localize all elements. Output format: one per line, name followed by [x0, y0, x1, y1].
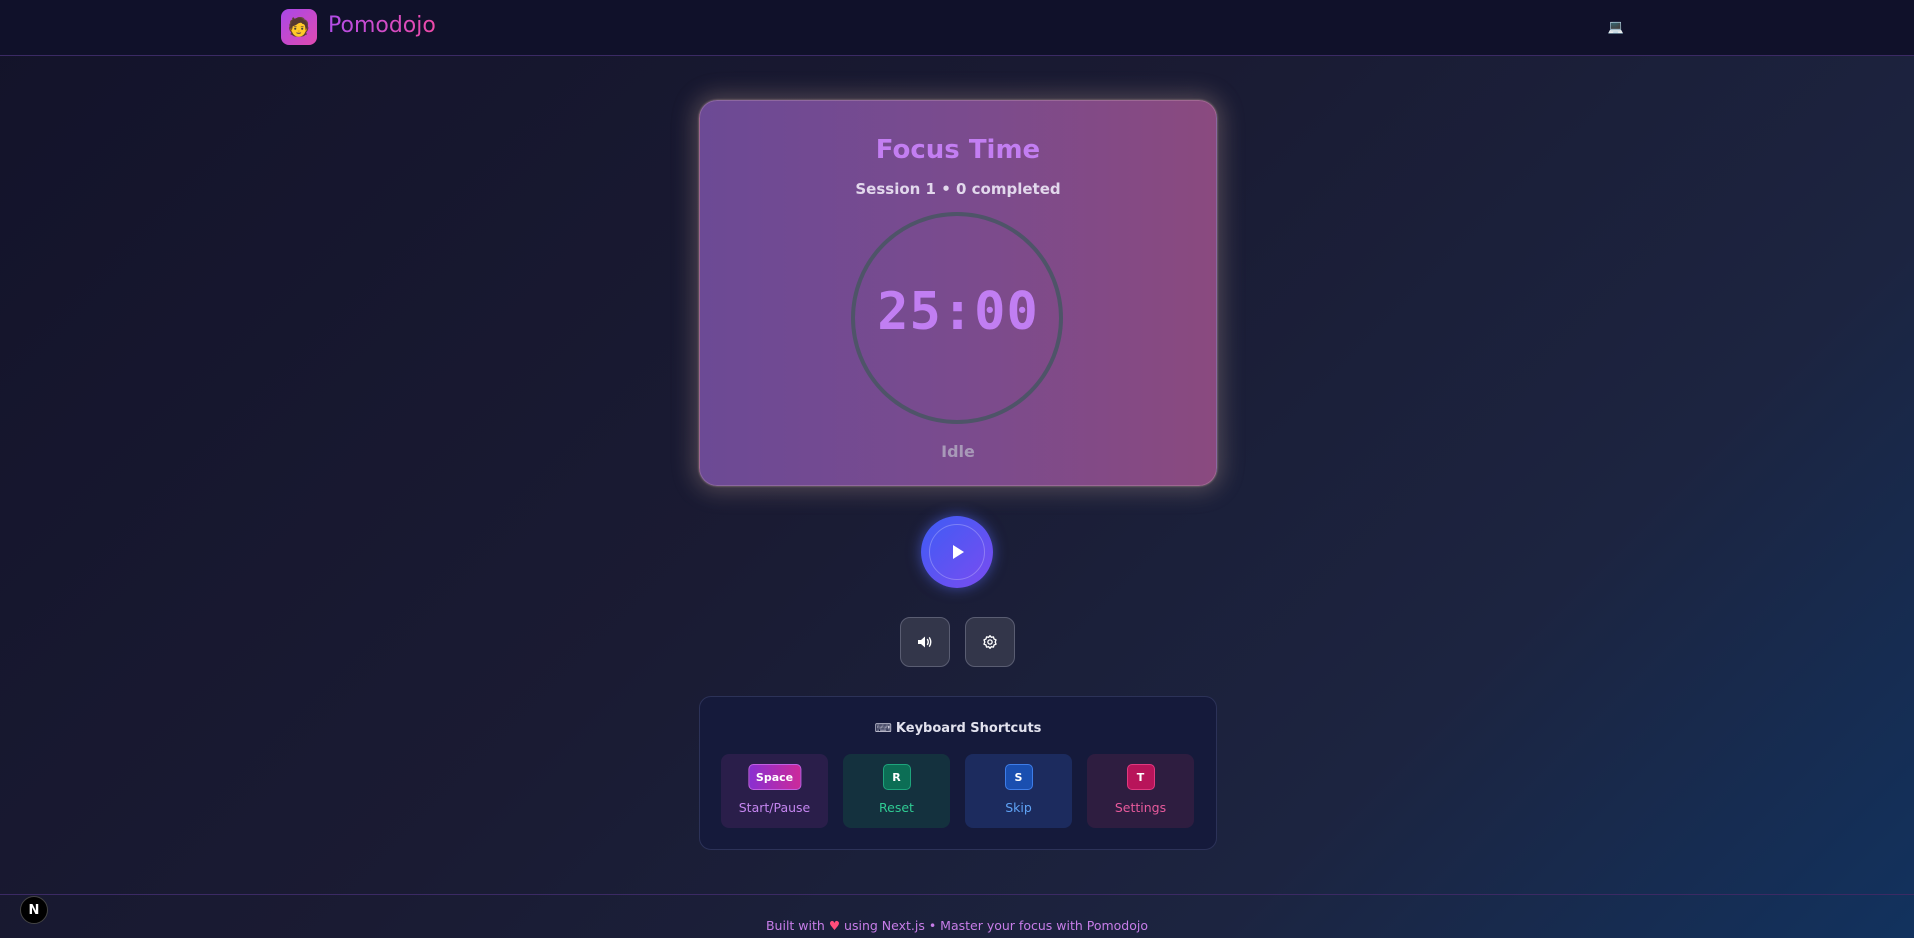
footer-text: Built with ♥ using Next.js • Master your f… [0, 918, 1914, 933]
play-icon [953, 545, 964, 559]
mode-title: Focus Time [875, 135, 1041, 165]
app-header: 🧑 Pomodojo 💻 [0, 0, 1914, 56]
shortcut-key: R [882, 764, 911, 790]
footer-suffix: using Next.js • Master your focus with P… [844, 918, 1149, 933]
keyboard-icon: ⌨ [874, 721, 892, 735]
nextjs-dev-badge[interactable]: N [20, 896, 48, 924]
logo-icon[interactable]: 🧑 [281, 9, 317, 45]
shortcuts-title-text: Keyboard Shortcuts [895, 721, 1042, 736]
start-button-inner [929, 524, 985, 580]
footer-prefix: Built with [765, 918, 825, 933]
gear-icon [983, 635, 997, 649]
shortcut-label: Skip [1005, 800, 1032, 815]
shortcut-start-pause: Space Start/Pause [721, 754, 828, 828]
sound-toggle-button[interactable] [900, 617, 950, 667]
shortcut-label: Reset [879, 800, 914, 815]
heart-icon: ♥ [828, 918, 841, 933]
shortcut-label: Start/Pause [738, 800, 811, 815]
start-button[interactable] [921, 516, 993, 588]
keyboard-shortcuts-panel: ⌨ Keyboard Shortcuts Space Start/Pause R … [699, 696, 1217, 850]
shortcut-label: Settings [1114, 800, 1167, 815]
timer-display: 25:00 [877, 282, 1039, 342]
app-footer: Built with ♥ using Next.js • Master your f… [0, 894, 1914, 938]
session-info: Session 1 • 0 completed [855, 180, 1061, 198]
shortcut-key: T [1126, 764, 1155, 790]
timer-card: Focus Time Session 1 • 0 completed 25:00… [699, 100, 1217, 486]
laptop-icon: 💻 [1607, 19, 1625, 35]
speaker-icon [918, 636, 932, 648]
shortcuts-title: ⌨ Keyboard Shortcuts [700, 721, 1216, 736]
shortcut-key: S [1004, 764, 1033, 790]
shortcut-key: Space [747, 764, 802, 790]
logo-emoji: 🧑 [287, 16, 311, 38]
shortcut-settings: T Settings [1087, 754, 1194, 828]
brand-name[interactable]: Pomodojo [328, 13, 436, 38]
shortcut-skip: S Skip [965, 754, 1072, 828]
timer-state: Idle [941, 442, 975, 461]
theme-toggle-button[interactable]: 💻 [1607, 18, 1625, 36]
settings-button[interactable] [965, 617, 1015, 667]
shortcut-reset: R Reset [843, 754, 950, 828]
